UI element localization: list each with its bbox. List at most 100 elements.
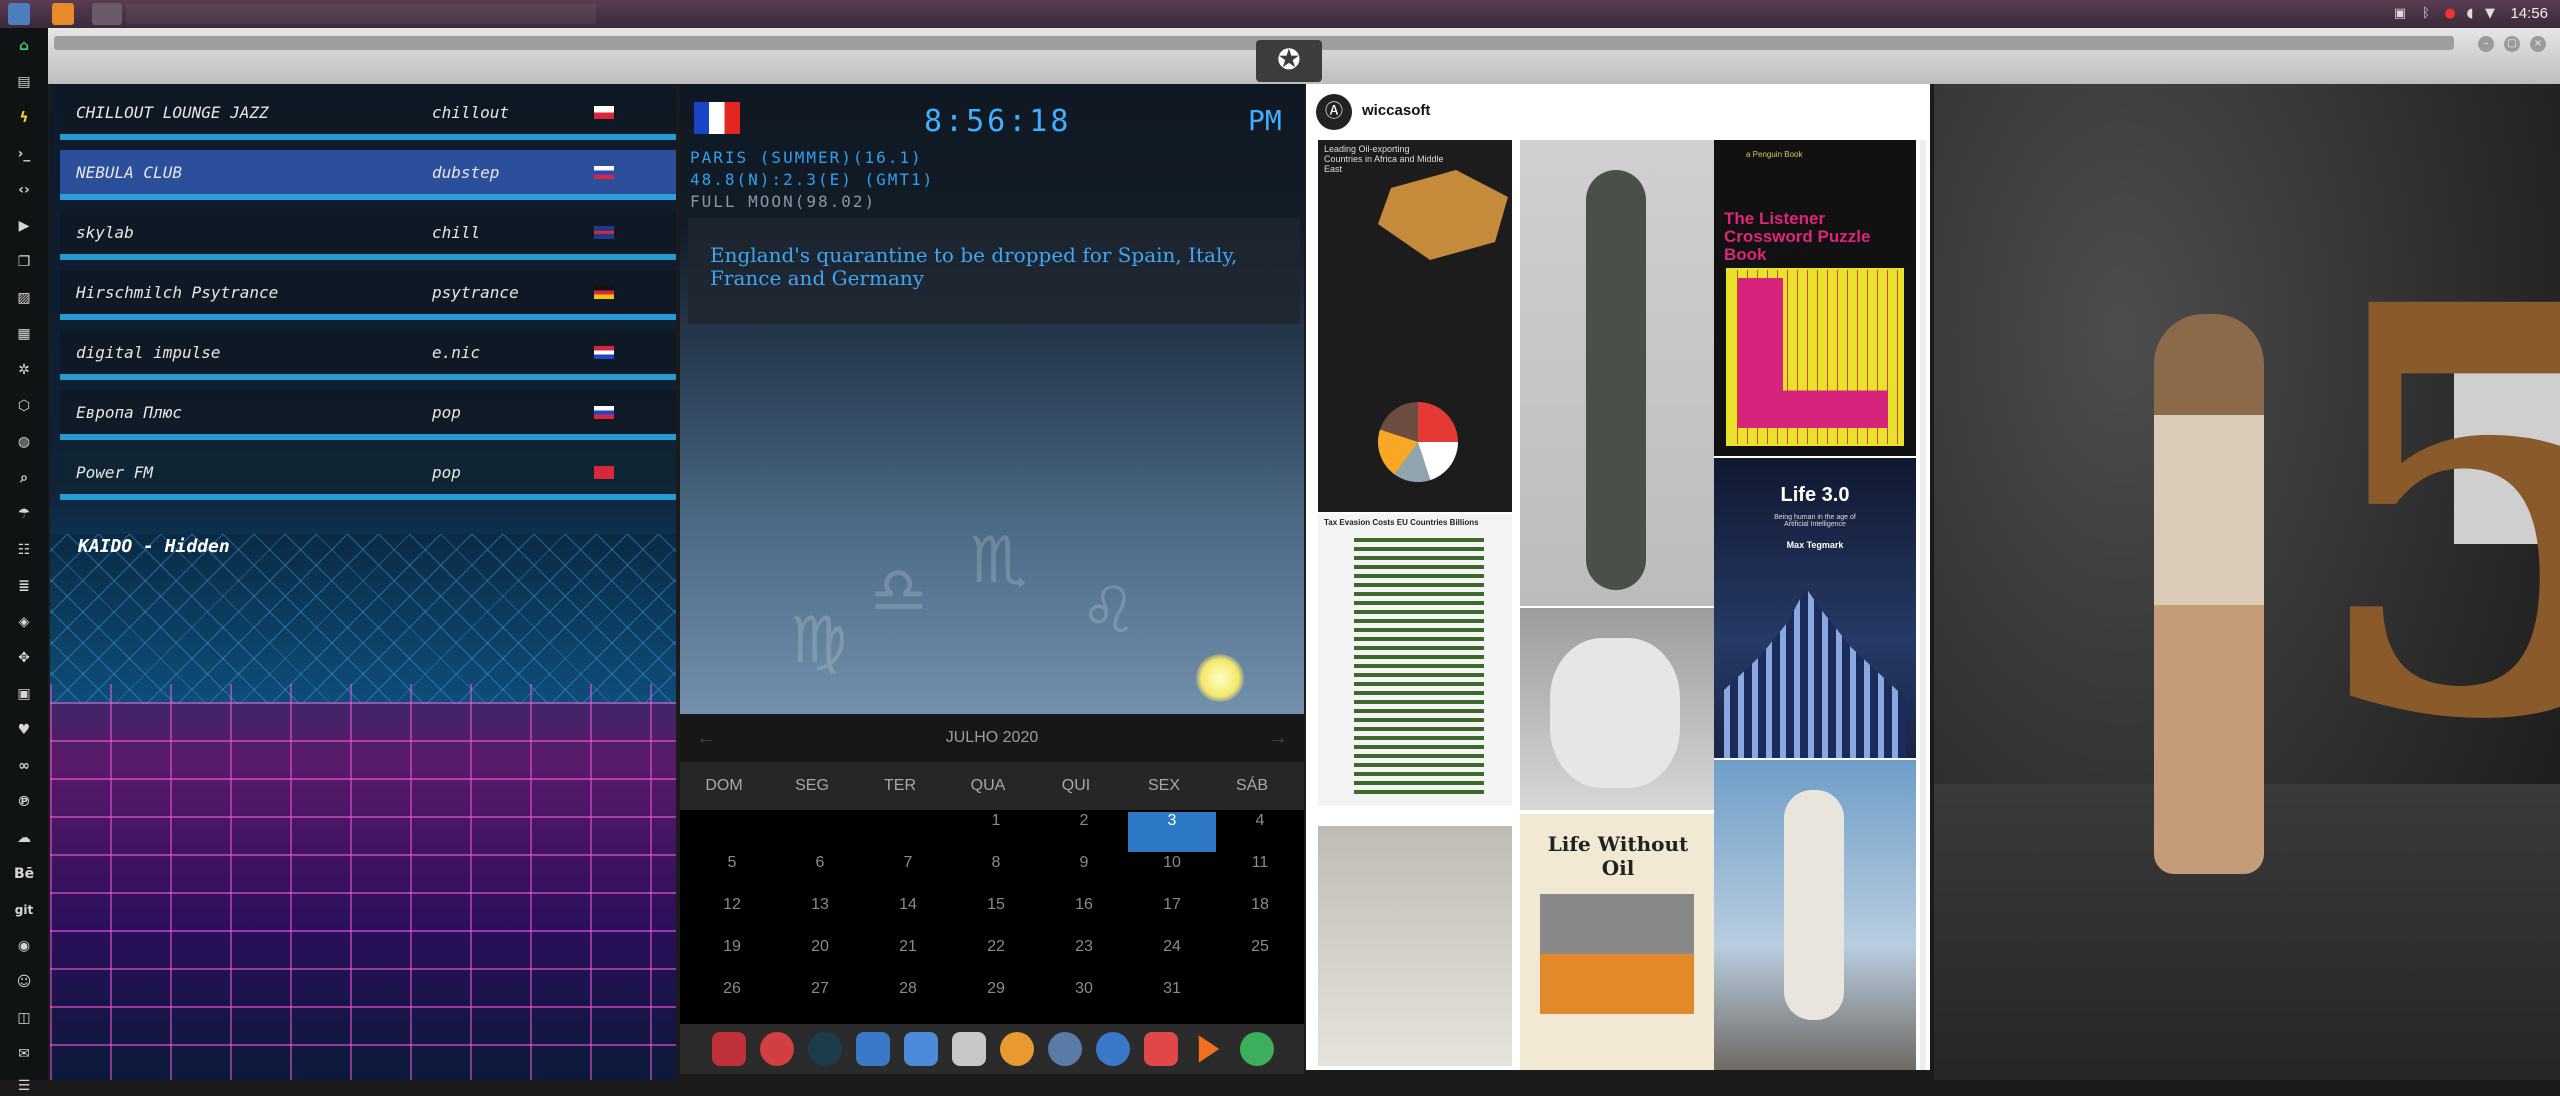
- search-icon[interactable]: [1000, 1032, 1034, 1066]
- scrollbar[interactable]: [1920, 140, 1926, 1070]
- calendar-day[interactable]: 21: [864, 938, 952, 978]
- avatar[interactable]: Ⓐ: [1316, 94, 1352, 130]
- calendar-day[interactable]: 10: [1128, 854, 1216, 894]
- calendar-day[interactable]: 29: [952, 980, 1040, 1020]
- youtube-icon[interactable]: ▣: [14, 684, 34, 704]
- calendar-day[interactable]: 1: [952, 812, 1040, 852]
- list-icon[interactable]: ☰: [14, 1076, 34, 1096]
- calendar-day[interactable]: 23: [1040, 938, 1128, 978]
- calendar-day[interactable]: 30: [1040, 980, 1128, 1020]
- pin-neptune-fountain[interactable]: [1714, 760, 1916, 1070]
- calendar-day-today[interactable]: 3: [1128, 812, 1216, 852]
- next-month-icon[interactable]: →: [1268, 714, 1288, 762]
- alert-icon[interactable]: ●: [2442, 6, 2458, 22]
- pin-life-without-oil[interactable]: Life Without Oil: [1520, 814, 1714, 1070]
- pin-username[interactable]: wiccasoft: [1362, 102, 1430, 119]
- play-icon[interactable]: ▶: [14, 216, 34, 236]
- calendar-day[interactable]: 13: [776, 896, 864, 936]
- calendar-day[interactable]: 27: [776, 980, 864, 1020]
- calendar-day[interactable]: 5: [688, 854, 776, 894]
- calendar-day[interactable]: 31: [1128, 980, 1216, 1020]
- people-icon[interactable]: ☺: [14, 972, 34, 992]
- calendar-day[interactable]: 12: [688, 896, 776, 936]
- window-launcher-icon[interactable]: [92, 3, 122, 25]
- code-icon[interactable]: ‹›: [14, 180, 34, 200]
- terminal-icon[interactable]: ›_: [14, 144, 34, 164]
- translate-icon[interactable]: [904, 1032, 938, 1066]
- station-row[interactable]: CHILLOUT LOUNGE JAZZ chillout: [60, 90, 676, 140]
- arch-icon[interactable]: [712, 1032, 746, 1066]
- settings-icon[interactable]: ✲: [14, 360, 34, 380]
- search-icon[interactable]: ⌕: [14, 468, 34, 488]
- calendar-day[interactable]: 26: [688, 980, 776, 1020]
- cloud-icon[interactable]: ☁: [14, 828, 34, 848]
- globe-icon[interactable]: [1096, 1032, 1130, 1066]
- calendar-day[interactable]: 24: [1128, 938, 1216, 978]
- calendar-day[interactable]: 9: [1040, 854, 1128, 894]
- close-icon[interactable]: ×: [2530, 36, 2546, 52]
- bluetooth-icon[interactable]: ᛒ: [2418, 6, 2434, 22]
- clock-icon[interactable]: [1048, 1032, 1082, 1066]
- station-row[interactable]: NEBULA CLUB dubstep: [60, 150, 676, 200]
- calendar-day[interactable]: 16: [1040, 896, 1128, 936]
- pin-tax-evasion[interactable]: Tax Evasion Costs EU Countries Billions: [1318, 514, 1512, 806]
- news-icon[interactable]: ▦: [14, 324, 34, 344]
- calendar-day[interactable]: 25: [1216, 938, 1304, 978]
- calendar-day[interactable]: 4: [1216, 812, 1304, 852]
- station-row[interactable]: Power FM pop: [60, 450, 676, 500]
- timer-icon[interactable]: [760, 1032, 794, 1066]
- globe-icon[interactable]: ◍: [14, 432, 34, 452]
- calendar-day[interactable]: 18: [1216, 896, 1304, 936]
- calendar-day[interactable]: 8: [952, 854, 1040, 894]
- pin-bronze-sculpture[interactable]: [1520, 140, 1714, 606]
- map-icon[interactable]: ◫: [14, 1008, 34, 1028]
- pin-oil-exporters[interactable]: Leading Oil-exporting Countries in Afric…: [1318, 140, 1512, 512]
- station-row[interactable]: digital impulse e.nic: [60, 330, 676, 380]
- calendar-icon[interactable]: [1144, 1032, 1178, 1066]
- calendar-day[interactable]: 11: [1216, 854, 1304, 894]
- wifi-icon[interactable]: ▼: [2482, 6, 2498, 22]
- calendar-day[interactable]: 7: [864, 854, 952, 894]
- umbrella-icon[interactable]: ☂: [14, 504, 34, 524]
- git-icon[interactable]: git: [14, 900, 34, 920]
- pin-listener-crossword-book[interactable]: a Penguin Book The Listener Crossword Pu…: [1714, 140, 1916, 456]
- document-icon[interactable]: [952, 1032, 986, 1066]
- yandex-icon[interactable]: [1240, 1032, 1274, 1066]
- pin-horse-sculpture[interactable]: [1520, 608, 1714, 810]
- pinterest-icon[interactable]: ℗: [14, 792, 34, 812]
- pin-marble-frieze[interactable]: [1318, 826, 1512, 1066]
- hex-icon[interactable]: ⬡: [14, 396, 34, 416]
- rebel-alliance-icon[interactable]: ✪: [1256, 40, 1322, 82]
- tag-icon[interactable]: ◈: [14, 612, 34, 632]
- mail-icon[interactable]: ✉: [14, 1044, 34, 1064]
- station-row[interactable]: Hirschmilch Psytrance psytrance: [60, 270, 676, 320]
- sublime-launcher-icon[interactable]: [52, 3, 74, 25]
- clock[interactable]: 14:56: [2510, 5, 2548, 22]
- calendar-day[interactable]: 20: [776, 938, 864, 978]
- photos-icon[interactable]: [856, 1032, 890, 1066]
- image-icon[interactable]: ▣: [2392, 6, 2408, 22]
- contacts-icon[interactable]: ☷: [14, 540, 34, 560]
- pin-life-3-0-book[interactable]: Life 3.0 Being human in the age of Artif…: [1714, 458, 1916, 758]
- station-row[interactable]: Европа Плюс pop: [60, 390, 676, 440]
- link-icon[interactable]: ∞: [14, 756, 34, 776]
- copy-icon[interactable]: ❐: [14, 252, 34, 272]
- arrow-icon[interactable]: [1198, 1035, 1220, 1063]
- heart-icon[interactable]: ♥: [14, 720, 34, 740]
- github-icon[interactable]: ◉: [14, 936, 34, 956]
- calendar-day[interactable]: 2: [1040, 812, 1128, 852]
- bolt-icon[interactable]: ϟ: [14, 108, 34, 128]
- calendar-day[interactable]: 22: [952, 938, 1040, 978]
- calendar-day[interactable]: 19: [688, 938, 776, 978]
- address-bar[interactable]: [54, 36, 2454, 50]
- database-icon[interactable]: ≣: [14, 576, 34, 596]
- prev-month-icon[interactable]: ←: [696, 714, 716, 762]
- minimize-icon[interactable]: –: [2478, 36, 2494, 52]
- home-icon[interactable]: ⌂: [14, 36, 34, 56]
- calendar-day[interactable]: 28: [864, 980, 952, 1020]
- station-row[interactable]: skylab chill: [60, 210, 676, 260]
- calendar-day[interactable]: 14: [864, 896, 952, 936]
- calendar-day[interactable]: 6: [776, 854, 864, 894]
- maximize-icon[interactable]: □: [2504, 36, 2520, 52]
- calendar-day[interactable]: 17: [1128, 896, 1216, 936]
